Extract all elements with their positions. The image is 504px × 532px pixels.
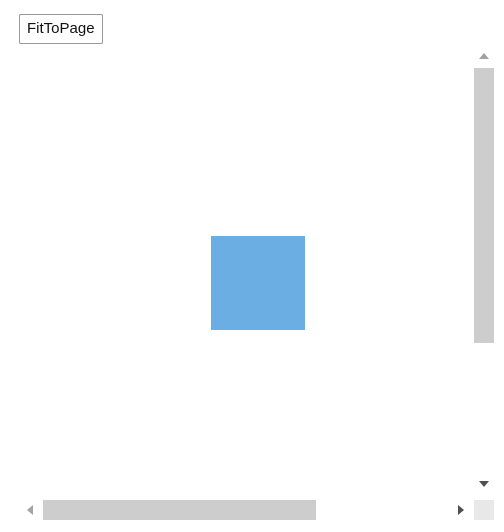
arrow-up-icon[interactable] — [479, 53, 489, 59]
square-node-body[interactable] — [211, 236, 305, 330]
arrow-down-icon[interactable] — [479, 481, 489, 487]
vertical-scrollbar-thumb[interactable] — [474, 68, 494, 343]
diagram-app: FitToPage — [0, 0, 504, 532]
fit-to-page-button[interactable]: FitToPage — [19, 14, 103, 44]
scrollbar-corner — [474, 500, 494, 520]
arrow-left-icon[interactable] — [27, 505, 33, 515]
diagram-canvas[interactable] — [0, 50, 474, 498]
horizontal-scrollbar[interactable] — [22, 500, 474, 520]
vertical-scrollbar[interactable] — [474, 50, 494, 496]
square-node[interactable] — [211, 236, 305, 330]
horizontal-scrollbar-thumb[interactable] — [43, 500, 316, 520]
arrow-right-icon[interactable] — [458, 505, 464, 515]
